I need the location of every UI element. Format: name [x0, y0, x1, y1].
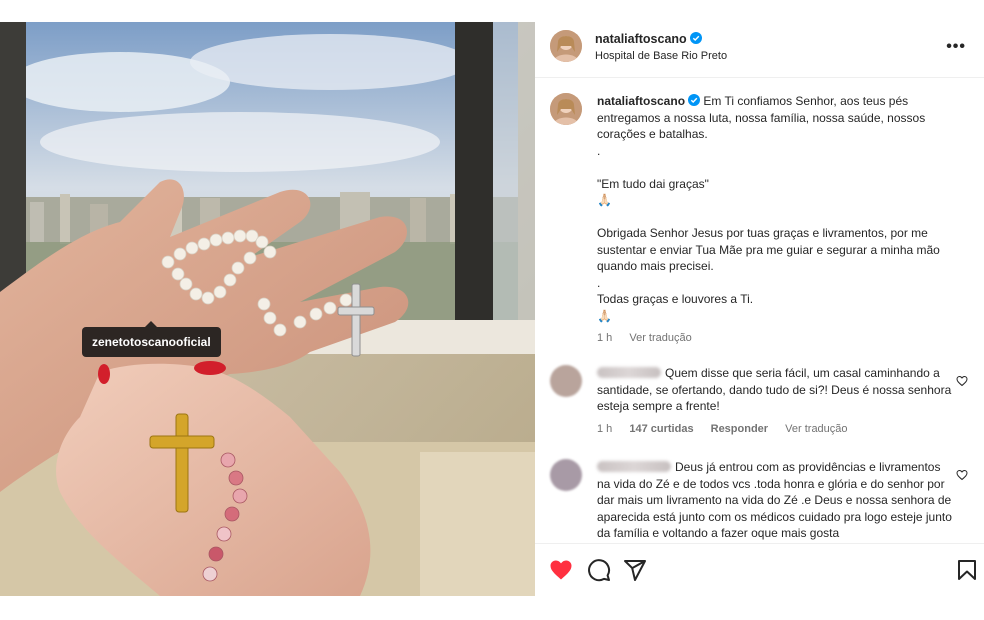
caption-username[interactable]: nataliaftoscano [597, 94, 685, 108]
comment-item: Quem disse que seria fácil, um casal cam… [550, 365, 980, 435]
heart-icon[interactable] [956, 375, 968, 387]
comment-meta: 1 h 147 curtidas Responder Ver tradução [597, 423, 980, 435]
comment-icon[interactable] [587, 558, 611, 582]
user-tag[interactable]: zenetotoscanooficial [82, 321, 221, 357]
bookmark-icon[interactable] [955, 558, 979, 582]
translate-link[interactable]: Ver tradução [629, 332, 691, 344]
comment-username[interactable] [597, 367, 661, 378]
post-location[interactable]: Hospital de Base Rio Preto [595, 50, 727, 62]
share-icon[interactable] [623, 558, 647, 582]
more-icon[interactable]: ••• [946, 38, 966, 56]
post-username[interactable]: nataliaftoscano [595, 32, 702, 46]
caption-time[interactable]: 1 h [597, 332, 612, 344]
verified-icon [689, 32, 702, 44]
comment-text: Deus já entrou com as providências e liv… [597, 459, 955, 542]
rosary-photo [0, 22, 535, 596]
avatar[interactable] [550, 459, 582, 491]
reply-button[interactable]: Responder [711, 423, 768, 435]
translate-link[interactable]: Ver tradução [785, 423, 847, 435]
action-bar [535, 543, 984, 596]
heart-icon[interactable] [549, 558, 573, 582]
comment-text: Quem disse que seria fácil, um casal cam… [597, 365, 955, 415]
caption-text: nataliaftoscano Em Ti confiamos Senhor, … [597, 93, 970, 324]
comment-item: Deus já entrou com as providências e liv… [550, 459, 980, 542]
comment-body: Deus já entrou com as providências e liv… [597, 460, 952, 540]
avatar[interactable] [550, 93, 582, 125]
avatar[interactable] [550, 30, 582, 62]
comment-likes[interactable]: 147 curtidas [629, 423, 693, 435]
caption: nataliaftoscano Em Ti confiamos Senhor, … [550, 93, 970, 344]
post-photo[interactable]: zenetotoscanooficial [0, 22, 535, 596]
comments-list[interactable]: nataliaftoscano Em Ti confiamos Senhor, … [535, 79, 984, 543]
post-header: nataliaftoscano Hospital de Base Rio Pre… [535, 22, 984, 78]
avatar[interactable] [550, 365, 582, 397]
verified-icon [688, 94, 701, 106]
comment-time[interactable]: 1 h [597, 423, 612, 435]
comment-username[interactable] [597, 461, 671, 472]
caption-meta: 1 h Ver tradução [597, 332, 970, 344]
caption-body: Em Ti confiamos Senhor, aos teus pés ent… [597, 94, 940, 323]
post-sidebar: nataliaftoscano Hospital de Base Rio Pre… [535, 22, 984, 596]
heart-icon[interactable] [956, 469, 968, 481]
